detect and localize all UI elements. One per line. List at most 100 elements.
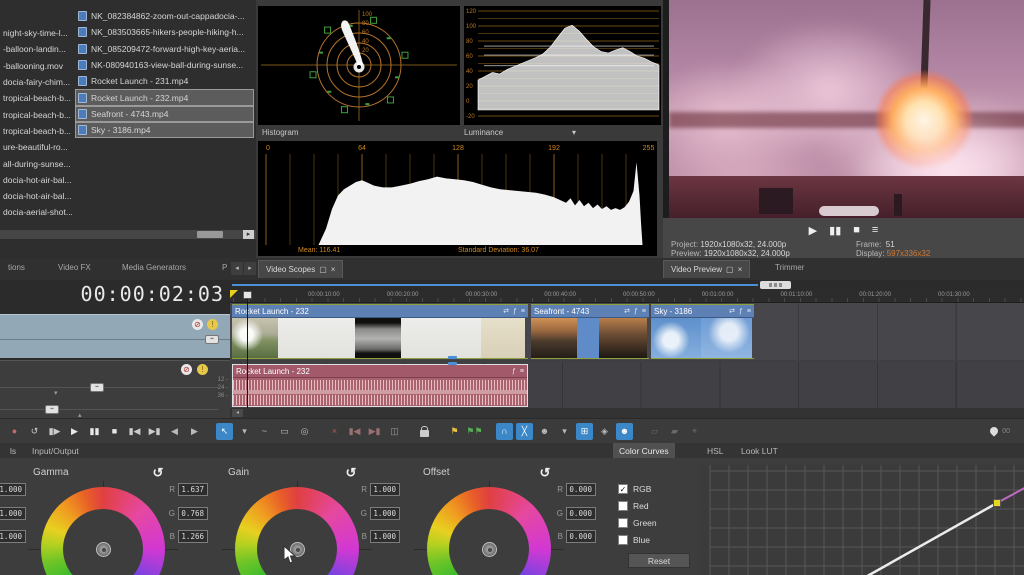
dock-scroll-left-button[interactable]: ◂ bbox=[231, 262, 243, 275]
file-item[interactable]: tropical-beach-b... bbox=[0, 123, 73, 139]
file-item[interactable]: Rocket Launch - 232.mp4 bbox=[75, 89, 254, 105]
tab-video-preview[interactable]: Video Preview ▢ × bbox=[663, 260, 750, 278]
record-button[interactable]: ● bbox=[6, 423, 23, 440]
zoom-edit-tool-button[interactable]: ◎ bbox=[296, 423, 313, 440]
histogram-selector[interactable]: Histogram bbox=[262, 128, 298, 137]
insert-region-button[interactable]: ⚑⚑ bbox=[466, 423, 483, 440]
preview-pause-button[interactable]: ▮▮ bbox=[829, 224, 841, 237]
offset-color-wheel[interactable] bbox=[427, 487, 551, 575]
curve-control-point[interactable] bbox=[994, 500, 1001, 507]
marker-pin-icon[interactable] bbox=[989, 425, 1000, 436]
curves-reset-button[interactable]: Reset bbox=[628, 553, 690, 568]
curve-channel-blue[interactable]: Blue bbox=[618, 535, 650, 545]
grading-tab-color-curves[interactable]: Color Curves bbox=[613, 443, 675, 458]
video-clip[interactable]: Rocket Launch - 232⇄ƒ≡ bbox=[232, 304, 528, 359]
auto-ripple-button[interactable]: ☻ bbox=[536, 423, 553, 440]
event-pan-crop-icon[interactable]: ⇄ bbox=[624, 307, 630, 315]
file-item[interactable]: tropical-beach-b... bbox=[0, 90, 73, 106]
gamma-reset-button[interactable]: ↺ bbox=[150, 465, 166, 481]
value-field[interactable]: 1.000 bbox=[0, 507, 26, 520]
close-icon[interactable]: × bbox=[331, 265, 336, 274]
video-track-header[interactable]: ⊘ ! ▪▪ bbox=[0, 314, 230, 358]
tab-video-scopes[interactable]: Video Scopes ▢ × bbox=[258, 260, 343, 278]
dock-tab-videofx[interactable]: Video FX bbox=[58, 263, 91, 272]
file-item[interactable]: NK_085209472-forward-high-key-aeria... bbox=[75, 41, 254, 57]
file-item[interactable]: Rocket Launch - 231.mp4 bbox=[75, 73, 254, 89]
gain-reset-button[interactable]: ↺ bbox=[343, 465, 359, 481]
value-field[interactable]: 0.000 bbox=[566, 530, 596, 543]
playhead-handle[interactable] bbox=[243, 291, 252, 299]
video-clip[interactable]: Sky - 3186⇄ƒ≡ bbox=[651, 304, 754, 359]
play-from-start-button[interactable]: ▮▶ bbox=[46, 423, 63, 440]
dock-scroll-right-button[interactable]: ▸ bbox=[244, 262, 256, 275]
video-mute-button[interactable]: ⊘ bbox=[192, 319, 203, 330]
lift-value-box[interactable]: 1.000 bbox=[0, 507, 26, 520]
enable-snapping-button[interactable]: ∩ bbox=[496, 423, 513, 440]
value-field[interactable]: 1.000 bbox=[370, 507, 400, 520]
window-icon[interactable]: ▢ bbox=[319, 265, 327, 274]
file-item[interactable]: tropical-beach-b... bbox=[0, 106, 73, 122]
delete-button[interactable]: × bbox=[326, 423, 343, 440]
value-field[interactable]: 1.637 bbox=[178, 483, 208, 496]
value-field[interactable]: 1.266 bbox=[178, 530, 208, 543]
file-item[interactable]: docia-hot-air-bal... bbox=[0, 188, 73, 204]
audio-solo-button[interactable]: ! bbox=[197, 364, 208, 375]
dock-tab-tions[interactable]: tions bbox=[8, 263, 25, 272]
audio-track-lane[interactable]: Rocket Launch - 232ƒ≡ bbox=[230, 362, 1024, 408]
dock-tab-p[interactable]: P bbox=[222, 263, 227, 272]
play-button[interactable]: ▶ bbox=[66, 423, 83, 440]
event-pan-crop-icon[interactable]: ⇄ bbox=[729, 307, 735, 315]
offset-wheel-handle[interactable] bbox=[482, 542, 497, 557]
loop-playback-button[interactable]: ↺ bbox=[26, 423, 43, 440]
dock-tab-mediagenerators[interactable]: Media Generators bbox=[122, 263, 186, 272]
checkbox-checked[interactable]: ✓ bbox=[618, 484, 628, 494]
mixer-tool-button[interactable]: ☻ bbox=[616, 423, 633, 440]
scrollbar-thumb[interactable] bbox=[197, 231, 223, 238]
file-item[interactable]: -ballooning.mov bbox=[0, 58, 73, 74]
insert-marker-button[interactable]: ⚑ bbox=[446, 423, 463, 440]
slip-tool-button[interactable]: ▱ bbox=[646, 423, 663, 440]
preview-stop-button[interactable]: ■ bbox=[853, 224, 860, 236]
video-solo-button[interactable]: ! bbox=[207, 319, 218, 330]
scrollbar-grip[interactable] bbox=[760, 281, 791, 289]
pause-button[interactable]: ▮▮ bbox=[86, 423, 103, 440]
video-fade-slider[interactable] bbox=[0, 339, 230, 340]
event-fx-icon[interactable]: ƒ bbox=[513, 308, 517, 315]
file-item[interactable]: ure-beautiful-ro... bbox=[0, 139, 73, 155]
file-item[interactable]: NK-080940163-view-ball-during-sunse... bbox=[75, 57, 254, 73]
tab-trimmer[interactable]: Trimmer bbox=[775, 263, 804, 272]
grading-tab-look-lut[interactable]: Look LUT bbox=[735, 443, 784, 458]
playhead[interactable] bbox=[247, 290, 248, 408]
curve-channel-red[interactable]: Red bbox=[618, 501, 649, 511]
window-icon[interactable]: ▢ bbox=[726, 265, 734, 274]
grading-tab-inputoutput[interactable]: Input/Output bbox=[26, 443, 85, 458]
envelope-edit-tool-button[interactable]: ~ bbox=[256, 423, 273, 440]
video-clip[interactable]: Seafront - 4743⇄ƒ≡ bbox=[531, 304, 649, 359]
audio-track-header[interactable]: ⊘ ! ▪▪ ▾ ▪▪ ▴ bbox=[0, 360, 230, 418]
volume-dropdown-icon[interactable]: ▾ bbox=[54, 389, 58, 397]
timecode-display[interactable]: 00:00:02:03 bbox=[81, 282, 224, 306]
file-item[interactable]: docia-aerial-shot... bbox=[0, 204, 73, 220]
timeline-bottom-scrollbar[interactable]: ◂ bbox=[230, 408, 1024, 418]
trim-event-end-button[interactable]: ▶▮ bbox=[366, 423, 383, 440]
event-menu-icon[interactable]: ≡ bbox=[642, 308, 646, 315]
slide-tool-button[interactable]: ▰ bbox=[666, 423, 683, 440]
event-menu-icon[interactable]: ≡ bbox=[520, 368, 524, 375]
file-item[interactable]: Seafront - 4743.mp4 bbox=[75, 106, 254, 122]
audio-pan-slider[interactable] bbox=[0, 409, 218, 410]
grading-tab-hsl[interactable]: HSL bbox=[701, 443, 730, 458]
timeline-top-scrollbar[interactable] bbox=[230, 280, 1024, 290]
value-field[interactable]: 0.000 bbox=[566, 483, 596, 496]
loop-region-marker[interactable] bbox=[230, 290, 238, 298]
event-fx-icon[interactable]: ƒ bbox=[634, 308, 638, 315]
file-item[interactable]: docia-hot-air-bal... bbox=[0, 172, 73, 188]
gamma-color-wheel[interactable] bbox=[41, 487, 165, 575]
lock-button[interactable] bbox=[416, 423, 433, 440]
value-field[interactable]: 1.000 bbox=[0, 483, 26, 496]
selection-edit-tool-button[interactable]: ▭ bbox=[276, 423, 293, 440]
time-ruler[interactable]: 00:00:10:0000:00:20:0000:00:30:0000:00:4… bbox=[230, 290, 1024, 303]
offset-reset-button[interactable]: ↺ bbox=[537, 465, 553, 481]
checkbox-unchecked[interactable] bbox=[618, 501, 628, 511]
go-to-end-button[interactable]: ▶▮ bbox=[146, 423, 163, 440]
video-track-lane[interactable]: Rocket Launch - 232⇄ƒ≡Seafront - 4743⇄ƒ≡… bbox=[230, 303, 1024, 360]
